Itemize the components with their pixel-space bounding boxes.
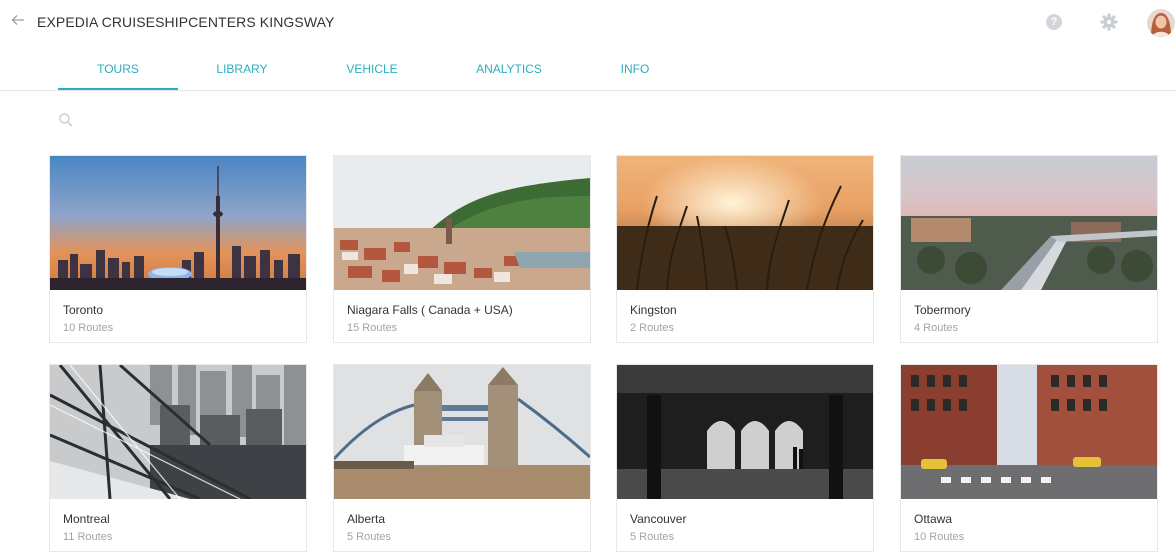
tour-route-count: 10 Routes <box>914 531 965 543</box>
tour-card-toronto[interactable]: Toronto 10 Routes <box>49 155 307 343</box>
help-icon[interactable]: ? <box>1046 14 1062 30</box>
page-title: EXPEDIA CRUISESHIPCENTERS KINGSWAY <box>37 14 335 30</box>
tour-name: Toronto <box>63 303 104 317</box>
tour-route-count: 2 Routes <box>630 322 675 334</box>
tour-card-tobermory[interactable]: Tobermory 4 Routes <box>900 155 1158 343</box>
tour-photo <box>617 156 873 290</box>
tour-photo <box>334 156 590 290</box>
tour-route-count: 15 Routes <box>347 322 398 334</box>
tour-card-alberta[interactable]: Alberta 5 Routes <box>333 364 591 552</box>
tour-name: Alberta <box>347 512 386 526</box>
tour-name: Montreal <box>63 512 110 526</box>
tour-name: Tobermory <box>914 303 971 317</box>
tour-name: Niagara Falls ( Canada + USA) <box>347 303 513 317</box>
tour-route-count: 10 Routes <box>63 322 114 334</box>
gear-icon[interactable] <box>1099 12 1119 32</box>
tour-photo <box>50 365 306 499</box>
avatar[interactable] <box>1147 9 1175 37</box>
tour-card-niagara-falls[interactable]: Niagara Falls ( Canada + USA) 15 Routes <box>333 155 591 343</box>
search-icon[interactable] <box>58 112 74 128</box>
tab-info[interactable]: INFO <box>575 44 695 88</box>
tour-route-count: 4 Routes <box>914 322 959 334</box>
back-arrow-icon[interactable] <box>10 12 26 28</box>
tour-photo <box>901 365 1157 499</box>
tour-route-count: 11 Routes <box>63 531 113 543</box>
tour-name: Ottawa <box>914 512 953 526</box>
tour-card-vancouver[interactable]: Vancouver 5 Routes <box>616 364 874 552</box>
tour-photo <box>617 365 873 499</box>
tab-tours[interactable]: TOURS <box>58 44 178 90</box>
tour-card-montreal[interactable]: Montreal 11 Routes <box>49 364 307 552</box>
tab-library[interactable]: LIBRARY <box>182 44 302 88</box>
tour-route-count: 5 Routes <box>347 531 392 543</box>
tab-analytics[interactable]: ANALYTICS <box>449 44 569 88</box>
tab-bar: TOURS LIBRARY VEHICLE ANALYTICS INFO <box>0 44 1176 91</box>
tour-name: Kingston <box>630 303 677 317</box>
top-bar: EXPEDIA CRUISESHIPCENTERS KINGSWAY ? <box>0 0 1176 44</box>
tab-vehicle[interactable]: VEHICLE <box>312 44 432 88</box>
tour-photo <box>901 156 1157 290</box>
tour-card-kingston[interactable]: Kingston 2 Routes <box>616 155 874 343</box>
tour-route-count: 5 Routes <box>630 531 675 543</box>
tour-photo <box>334 365 590 499</box>
tour-name: Vancouver <box>630 512 687 526</box>
tour-photo <box>50 156 306 290</box>
tour-card-ottawa[interactable]: Ottawa 10 Routes <box>900 364 1158 552</box>
